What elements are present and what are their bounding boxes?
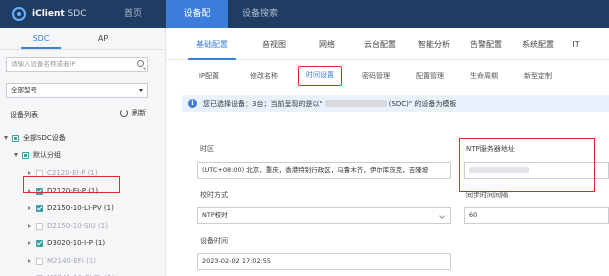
collapse-arrow-icon[interactable] (28, 259, 31, 263)
sync-method-value: NTP校时 (202, 211, 228, 219)
tree-item-label: D2150-10-SIU (1) (47, 222, 108, 230)
timezone-label: 时区 (200, 145, 214, 153)
config-panel: 基础配置 音视图 网络 云台配置 智能分析 告警配置 系统配置 IT IP配置 … (166, 28, 609, 276)
tree-checkbox[interactable] (36, 257, 43, 265)
device-search-input[interactable]: 请输入设备名称或者IP (6, 57, 148, 72)
info-text-suffix: (SDC)" 的设备为模板 (388, 99, 457, 108)
logo-icon (12, 7, 26, 21)
device-list-title: 设备列表 (10, 111, 38, 119)
tab-av[interactable]: 音视图 (254, 28, 294, 60)
sync-interval-input[interactable]: 60 (464, 207, 609, 224)
nav-device-search[interactable]: 设备搜索 (228, 0, 292, 28)
tree-item-label: 默认分组 (33, 151, 61, 159)
tree-checkbox[interactable] (36, 222, 43, 230)
tree-item[interactable]: D2150-10-SIU (1) (28, 219, 108, 233)
tree-checkbox[interactable] (22, 151, 29, 159)
info-icon: i (188, 99, 197, 108)
sub-tabs: IP配置 修改名称 时间设置 密码管理 配置管理 生命周期 新型定制 (192, 66, 609, 88)
subtab-custom[interactable]: 新型定制 (518, 66, 558, 86)
expand-arrow-icon[interactable] (14, 153, 18, 157)
tree-item[interactable]: M3241-10-EI-Fb (1) (28, 271, 114, 276)
model-select-value: 全部型号 (11, 86, 37, 94)
search-placeholder: 请输入设备名称或者IP (11, 60, 76, 68)
sync-method-select[interactable]: NTP校时 (197, 207, 451, 224)
tree-item[interactable]: 默认分组 (14, 148, 61, 162)
tab-smart-analysis[interactable]: 智能分析 (412, 28, 456, 60)
search-icon[interactable] (137, 60, 144, 67)
tab-system-config[interactable]: 系统配置 (516, 28, 560, 60)
nav-device-config[interactable]: 设备配置 (166, 0, 228, 47)
refresh-label: 刷新 (132, 109, 146, 117)
sidebar-tabs: SDC AP (0, 28, 165, 50)
device-time-input[interactable]: 2023-02-02 17:02:55 (197, 253, 451, 270)
template-info-bar: i 您已选择设备：3台；当前呈现的是以" (SDC)" 的设备为模板 (182, 95, 609, 112)
tree-item-label: D2150-10-LI-PV (1) (47, 204, 114, 212)
tree-checkbox[interactable] (36, 204, 43, 212)
tree-item[interactable]: D2150-10-LI-PV (1) (28, 201, 114, 215)
subtab-ip-config[interactable]: IP配置 (192, 66, 226, 86)
collapse-arrow-icon[interactable] (28, 171, 31, 175)
tree-item[interactable]: M2140-EFI (1) (28, 254, 96, 268)
top-nav-bar: iClient SDC 首页 设备配置 设备搜索 (0, 0, 609, 47)
refresh-button[interactable]: 刷新 (120, 108, 146, 118)
app-name: iClient SDC (32, 9, 87, 19)
collapse-arrow-icon[interactable] (28, 241, 31, 245)
subtab-rename[interactable]: 修改名称 (244, 66, 284, 86)
refresh-icon (120, 109, 128, 117)
tree-item[interactable]: 全部SDC设备 (4, 131, 66, 145)
subtab-password[interactable]: 密码管理 (356, 66, 396, 86)
selected-device-highlight (23, 176, 120, 193)
ntp-highlight-box (459, 138, 595, 192)
tab-ptz-config[interactable]: 云台配置 (358, 28, 402, 60)
tab-ap[interactable]: AP (83, 28, 123, 49)
tree-item-label: M2140-EFI (1) (47, 257, 97, 265)
tree-item-label: 全部SDC设备 (23, 134, 66, 142)
redacted-device-name (324, 100, 387, 107)
collapse-arrow-icon[interactable] (28, 206, 31, 210)
caret-down-icon (139, 89, 143, 92)
tree-item[interactable]: D3020-10-I-P (1) (28, 236, 105, 250)
subtab-config-mgmt[interactable]: 配置管理 (410, 66, 450, 86)
timezone-select[interactable]: (UTC+08:00) 北京，重庆，香港特别行政区，乌鲁木齐，伊尔库茨克，吉隆坡 (197, 162, 451, 179)
tree-checkbox[interactable] (12, 134, 19, 142)
tab-it[interactable]: IT (568, 28, 584, 60)
main-tabs: 基础配置 音视图 网络 云台配置 智能分析 告警配置 系统配置 IT (166, 28, 609, 60)
expand-arrow-icon[interactable] (4, 136, 8, 140)
tab-network[interactable]: 网络 (312, 28, 342, 60)
tree-checkbox[interactable] (36, 239, 43, 247)
subtab-lifecycle[interactable]: 生命周期 (464, 66, 504, 86)
sync-interval-value: 60 (469, 211, 478, 219)
tab-basic-config[interactable]: 基础配置 (188, 28, 236, 60)
tree-item-label: D3020-10-I-P (1) (47, 239, 106, 247)
app-logo: iClient SDC (0, 0, 104, 28)
sync-interval-label: 同步时间间隔 (466, 191, 508, 199)
tab-sdc[interactable]: SDC (21, 28, 61, 49)
subtab-time-settings[interactable]: 时间设置 (298, 66, 342, 86)
chevron-down-icon (439, 213, 445, 219)
nav-home[interactable]: 首页 (104, 0, 162, 28)
collapse-arrow-icon[interactable] (28, 224, 31, 228)
info-text-prefix: 您已选择设备：3台；当前呈现的是以" (203, 99, 323, 108)
device-time-value: 2023-02-02 17:02:55 (202, 257, 272, 265)
sync-method-label: 校时方式 (200, 191, 228, 199)
tab-alarm-config[interactable]: 告警配置 (464, 28, 508, 60)
device-time-label: 设备时间 (200, 237, 228, 245)
device-sidebar: SDC AP 请输入设备名称或者IP 全部型号 设备列表 刷新 全部SDC设备默… (0, 28, 166, 276)
timezone-value: (UTC+08:00) 北京，重庆，香港特别行政区，乌鲁木齐，伊尔库茨克，吉隆坡 (202, 166, 429, 174)
model-select[interactable]: 全部型号 (6, 83, 148, 98)
